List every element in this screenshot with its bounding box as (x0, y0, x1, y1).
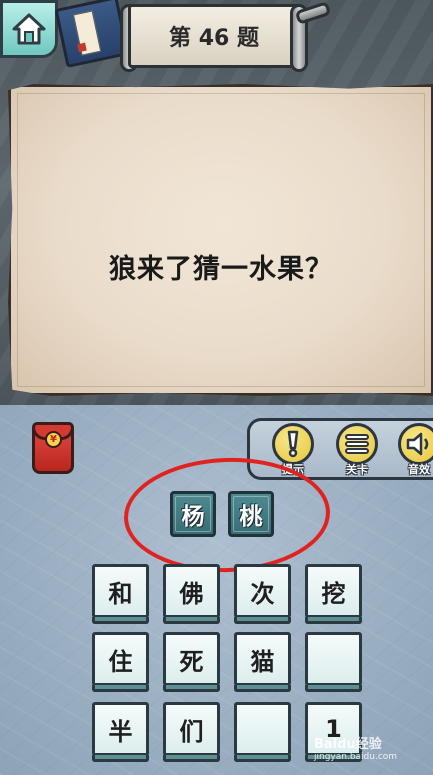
speaker-icon (398, 423, 433, 465)
watermark-line2: jingyan.baidu.com (314, 752, 398, 762)
top-panel: 第 46 题 狼来了猜一水果？ (0, 0, 433, 405)
char-tile-empty[interactable] (234, 702, 291, 762)
home-icon (12, 13, 46, 45)
char-tile[interactable]: 住 (92, 632, 149, 692)
char-tile[interactable]: 和 (92, 564, 149, 624)
question-text: 狼来了猜一水果？ (109, 254, 333, 285)
levels-label: 关卡 (346, 463, 368, 476)
sound-label: 音效 (408, 463, 430, 476)
char-tile[interactable]: 挖 (305, 564, 362, 624)
char-tile[interactable]: 猫 (234, 632, 291, 692)
char-tile-empty[interactable] (305, 632, 362, 692)
question-parchment: 狼来了猜一水果？ (8, 84, 433, 396)
char-tile[interactable]: 佛 (163, 564, 220, 624)
char-tile[interactable]: 死 (163, 632, 220, 692)
exclamation-icon (272, 423, 314, 465)
red-packet-button[interactable]: ¥ (32, 422, 74, 474)
levels-button[interactable]: 关卡 (334, 423, 380, 477)
sound-button[interactable]: 音效 (396, 423, 433, 477)
level-title-scroll: 第 46 题 (128, 4, 300, 68)
yuan-coin-icon: ¥ (45, 431, 62, 448)
list-icon (336, 423, 378, 465)
watermark-line1: Baidu经验 (314, 737, 382, 752)
char-tile[interactable]: 们 (163, 702, 220, 762)
baidu-watermark: Baidu经验 jingyan.baidu.com (314, 733, 426, 762)
level-title: 第 46 题 (169, 26, 259, 51)
home-button[interactable] (0, 0, 58, 58)
char-tile[interactable]: 次 (234, 564, 291, 624)
char-tile[interactable]: 半 (92, 702, 149, 762)
